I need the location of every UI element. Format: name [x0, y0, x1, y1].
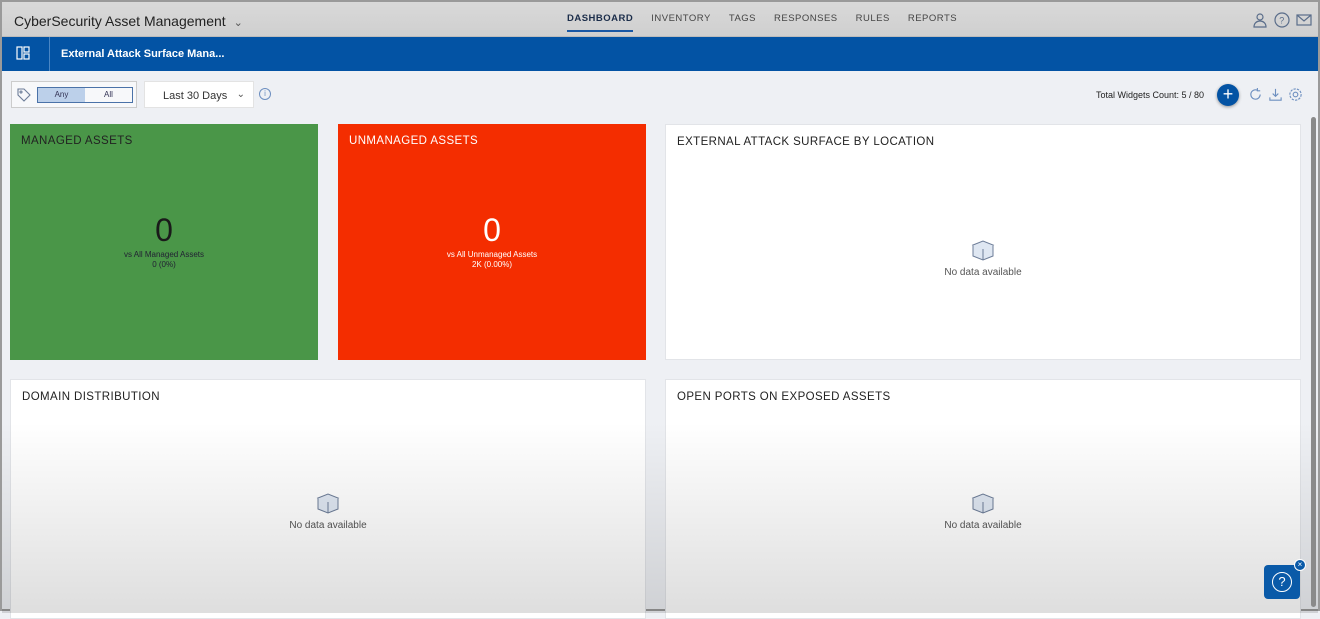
- widget-title: DOMAIN DISTRIBUTION: [22, 391, 160, 403]
- empty-message: No data available: [289, 520, 367, 531]
- date-range-select[interactable]: Last 30 Days ⌄: [144, 81, 254, 108]
- chevron-down-icon: ⌄: [236, 89, 245, 100]
- empty-message: No data available: [944, 520, 1022, 531]
- scrollbar[interactable]: [1311, 117, 1316, 607]
- app-switcher[interactable]: CyberSecurity Asset Management ⌄: [14, 13, 243, 29]
- empty-box-icon: [971, 493, 995, 514]
- tab-inventory[interactable]: INVENTORY: [651, 13, 711, 32]
- widget-title: OPEN PORTS ON EXPOSED ASSETS: [677, 391, 891, 403]
- download-icon[interactable]: [1268, 87, 1283, 102]
- unmanaged-count: 0: [483, 212, 501, 248]
- widget-managed-assets[interactable]: MANAGED ASSETS 0 vs All Managed Assets 0 …: [10, 124, 318, 360]
- comparison-detail: 0 (0%): [152, 260, 176, 269]
- mail-icon[interactable]: [1296, 12, 1312, 28]
- date-range-value: Last 30 Days: [163, 90, 228, 102]
- empty-box-icon: [316, 493, 340, 514]
- widget-domain-distribution[interactable]: DOMAIN DISTRIBUTION No data available: [10, 379, 646, 619]
- empty-box-icon: [971, 240, 995, 261]
- user-icon[interactable]: [1252, 12, 1268, 28]
- widget-title: MANAGED ASSETS: [21, 135, 133, 147]
- tag-filter: Any All: [11, 81, 137, 108]
- empty-message: No data available: [944, 267, 1022, 278]
- widget-unmanaged-assets[interactable]: UNMANAGED ASSETS 0 vs All Unmanaged Asse…: [338, 124, 646, 360]
- info-icon[interactable]: i: [259, 88, 271, 100]
- dashboard-switch-icon[interactable]: [16, 46, 30, 60]
- question-icon: ?: [1272, 572, 1292, 592]
- managed-count: 0: [155, 212, 173, 248]
- tab-dashboard[interactable]: DASHBOARD: [567, 13, 634, 32]
- tab-rules[interactable]: RULES: [856, 13, 890, 32]
- main-nav: DASHBOARD INVENTORY TAGS RESPONSES RULES…: [567, 13, 957, 32]
- tab-tags[interactable]: TAGS: [729, 13, 756, 32]
- dashboard-header: External Attack Surface Mana...: [2, 37, 1318, 71]
- add-widget-button[interactable]: +: [1217, 84, 1239, 106]
- divider: [49, 37, 50, 71]
- widget-title: EXTERNAL ATTACK SURFACE BY LOCATION: [677, 136, 935, 148]
- chevron-down-icon: ⌄: [233, 17, 243, 29]
- svg-text:?: ?: [1279, 16, 1284, 26]
- tag-icon[interactable]: [17, 88, 31, 102]
- dashboard-title[interactable]: External Attack Surface Mana...: [61, 48, 224, 60]
- help-icon[interactable]: ?: [1274, 12, 1290, 28]
- widget-title: UNMANAGED ASSETS: [349, 135, 479, 147]
- comparison-detail: 2K (0.00%): [471, 260, 513, 269]
- widgets-count: Total Widgets Count: 5 / 80: [1096, 90, 1205, 100]
- widget-attack-surface-location[interactable]: EXTERNAL ATTACK SURFACE BY LOCATION No d…: [665, 124, 1301, 360]
- any-toggle[interactable]: Any: [38, 88, 85, 102]
- close-icon[interactable]: ×: [1294, 559, 1306, 571]
- toolbar: Any All Last 30 Days ⌄ i Total Widgets Co…: [2, 71, 1318, 119]
- app-title: CyberSecurity Asset Management: [14, 13, 226, 29]
- tab-responses[interactable]: RESPONSES: [774, 13, 838, 32]
- comparison-label: vs All Managed Assets: [123, 250, 205, 259]
- refresh-icon[interactable]: [1248, 87, 1263, 102]
- top-bar: CyberSecurity Asset Management ⌄ DASHBOAR…: [2, 2, 1318, 37]
- settings-icon[interactable]: [1288, 87, 1303, 102]
- comparison-label: vs All Unmanaged Assets: [446, 250, 538, 259]
- tab-reports[interactable]: REPORTS: [908, 13, 957, 32]
- help-chat-button[interactable]: ? ×: [1264, 559, 1306, 599]
- all-toggle[interactable]: All: [85, 88, 132, 102]
- widget-open-ports[interactable]: OPEN PORTS ON EXPOSED ASSETS No data ava…: [665, 379, 1301, 619]
